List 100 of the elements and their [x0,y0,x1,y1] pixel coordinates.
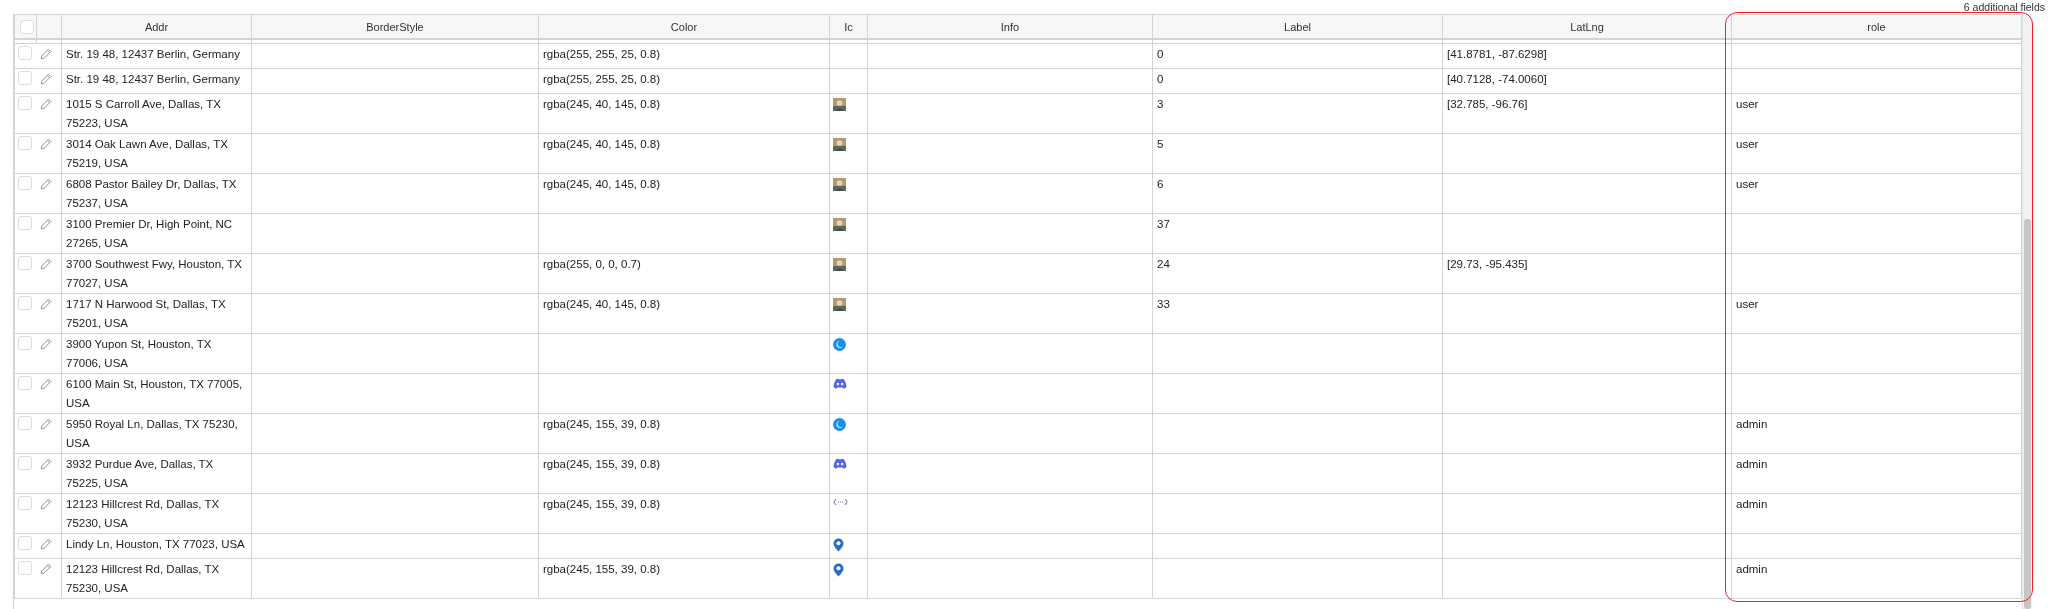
table-cell: user [1736,98,1759,110]
pencil-icon[interactable] [39,178,52,190]
table-cell: admin [1736,458,1768,470]
table-cell: Str. 19 48, 12437 Berlin, Germany [66,48,240,60]
table-cell: 37 [1157,218,1170,230]
row-checkbox[interactable] [18,296,32,310]
table-cell: 1717 N Harwood St, Dallas, TX 75201, USA [66,298,226,329]
column-header[interactable]: role [1867,20,1886,33]
pencil-icon[interactable] [39,378,52,390]
pencil-icon[interactable] [39,218,52,230]
pencil-icon[interactable] [39,98,52,110]
table-cell: 3100 Premier Dr, High Point, NC 27265, USA [66,218,233,249]
table-cell: 6 [1157,178,1164,190]
avatar-icon [833,258,846,271]
controller-icon [833,458,847,469]
row-checkbox[interactable] [18,46,32,60]
column-header[interactable]: Color [670,20,698,33]
table-cell: 3014 Oak Lawn Ave, Dallas, TX 75219, USA [66,138,228,169]
table-cell: 0 [1157,48,1164,60]
row-checkbox[interactable] [18,136,32,150]
table-cell: 12123 Hillcrest Rd, Dallas, TX 75230, USA [66,563,220,594]
table-cell: admin [1736,418,1768,430]
column-header[interactable]: BorderStyle [366,20,424,33]
pencil-icon[interactable] [39,258,52,270]
table-cell: rgba(245, 155, 39, 0.8) [543,563,660,575]
pencil-icon[interactable] [39,73,52,85]
moon-icon [833,338,846,351]
row-checkbox[interactable] [18,496,32,510]
table-cell: rgba(245, 40, 145, 0.8) [543,98,660,110]
pencil-icon[interactable] [39,498,52,510]
table-cell: rgba(245, 40, 145, 0.8) [543,138,660,150]
column-header[interactable]: LatLng [1570,20,1604,33]
select-all-checkbox[interactable] [20,19,34,34]
scrollbar[interactable] [2022,14,2032,609]
table-cell: 33 [1157,298,1170,310]
pencil-icon[interactable] [39,298,52,310]
additional-fields-note: 6 additional fields [1963,0,2045,14]
avatar-icon [833,298,846,311]
row-checkbox[interactable] [18,96,32,110]
table-cell: 0 [1157,73,1164,85]
table-cell: 3900 Yupon St, Houston, TX 77006, USA [66,338,212,369]
table-cell: [40.7128, -74.0060] [1447,73,1547,85]
table-cell: [29.73, -95.435] [1447,258,1528,270]
avatar-icon [833,178,846,191]
pencil-icon[interactable] [39,563,52,575]
avatar-icon [833,218,846,231]
pencil-icon[interactable] [39,138,52,150]
table-cell: user [1736,138,1759,150]
row-checkbox[interactable] [18,416,32,430]
scrollbar-thumb[interactable] [2024,219,2031,609]
table-cell: admin [1736,563,1768,575]
table-cell: user [1736,298,1759,310]
row-checkbox[interactable] [18,256,32,270]
pencil-icon[interactable] [39,338,52,350]
column-header[interactable]: Addr [144,20,169,33]
table-cell: 3 [1157,98,1164,110]
map-pin-icon [833,538,844,552]
table-cell: 12123 Hillcrest Rd, Dallas, TX 75230, USA [66,498,220,529]
table-cell: 3700 Southwest Fwy, Houston, TX 77027, USA [66,258,242,289]
table-cell: rgba(255, 255, 25, 0.8) [543,48,660,60]
avatar-icon [833,98,846,111]
controller-icon [833,378,847,389]
table-cell: 24 [1157,258,1170,270]
pencil-icon[interactable] [39,538,52,550]
pencil-icon[interactable] [39,458,52,470]
table-cell: 1015 S Carroll Ave, Dallas, TX 75223, USA [66,98,221,129]
column-header[interactable]: Info [1000,20,1020,33]
table-cell: admin [1736,498,1768,510]
table-cell: rgba(255, 0, 0, 0.7) [543,258,641,270]
pencil-icon[interactable] [39,418,52,430]
column-header[interactable]: Ic [844,20,853,33]
moon-icon [833,418,846,431]
table-cell: rgba(255, 255, 25, 0.8) [543,73,660,85]
table-cell: rgba(245, 155, 39, 0.8) [543,498,660,510]
table-cell: Lindy Ln, Houston, TX 77023, USA [66,538,245,550]
table-cell: 6808 Pastor Bailey Dr, Dallas, TX 75237, USA [66,178,237,209]
table-cell: rgba(245, 155, 39, 0.8) [543,418,660,430]
row-checkbox[interactable] [18,176,32,190]
pencil-icon[interactable] [39,48,52,60]
table-cell: [32.785, -96.76] [1447,98,1528,110]
table-cell: 5950 Royal Ln, Dallas, TX 75230, USA [66,418,238,449]
table-cell: rgba(245, 40, 145, 0.8) [543,178,660,190]
code-icon [833,498,848,506]
table-cell: rgba(245, 40, 145, 0.8) [543,298,660,310]
avatar-icon [833,138,846,151]
row-checkbox[interactable] [18,71,32,85]
column-header[interactable]: Label [1284,20,1311,33]
table-cell: rgba(245, 155, 39, 0.8) [543,458,660,470]
map-pin-icon [833,563,844,577]
row-checkbox[interactable] [18,456,32,470]
row-checkbox[interactable] [18,216,32,230]
table-cell: 3932 Purdue Ave, Dallas, TX 75225, USA [66,458,214,489]
row-checkbox[interactable] [18,536,32,550]
table-cell: [41.8781, -87.6298] [1447,48,1547,60]
table-cell: Str. 19 48, 12437 Berlin, Germany [66,73,240,85]
row-checkbox[interactable] [18,336,32,350]
table-cell: 5 [1157,138,1164,150]
table-cell: 6100 Main St, Houston, TX 77005, USA [66,378,243,409]
row-checkbox[interactable] [18,376,32,390]
row-checkbox[interactable] [18,561,32,575]
